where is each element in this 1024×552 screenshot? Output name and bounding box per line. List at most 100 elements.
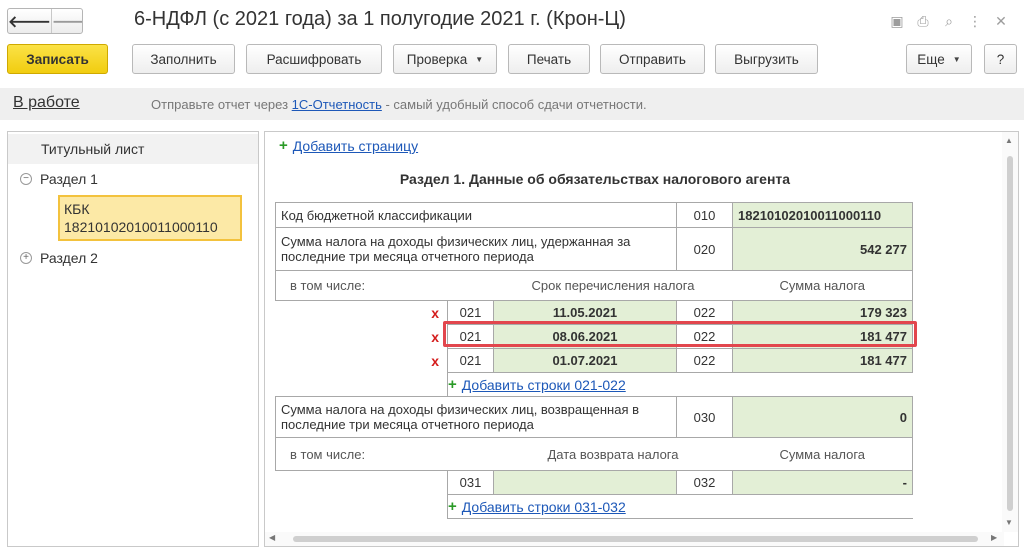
payment-date-field[interactable]: 01.07.2021 [493,348,677,373]
tree-item-title-sheet[interactable]: Титульный лист [8,134,258,164]
code-030: 030 [676,396,733,438]
code-022: 022 [676,324,733,349]
payment-date-field[interactable]: 08.06.2021 [493,324,677,349]
add-page[interactable]: + Добавить страницу [279,137,418,154]
scroll-left-icon[interactable]: ◀ [269,533,275,542]
tax-amount-field[interactable]: 181 477 [732,348,913,373]
nav-buttons: 🡐 🡒 [7,8,83,34]
scroll-right-icon[interactable]: ▶ [991,533,997,542]
kbk-row-label: Код бюджетной классификации [275,202,677,228]
close-icon[interactable]: ✕ [988,10,1014,32]
scrollbar-thumb[interactable] [293,536,978,542]
table-row: x 021 08.06.2021 022 181 477 [275,324,913,349]
vertical-scrollbar[interactable]: ▲ ▼ [1002,132,1018,532]
table-row: + Добавить строки 021-022 [276,372,913,397]
code-031: 031 [447,470,494,495]
forward-arrow-icon[interactable]: 🡒 [52,9,82,33]
code-032: 032 [676,470,733,495]
kbk-label: КБК [64,201,90,217]
return-date-header: Дата возврата налога [493,437,733,471]
save-icon[interactable]: ▣ [884,10,910,32]
more-button[interactable]: Еще ▼ [906,44,972,74]
form-panel: + Добавить страницу Раздел 1. Данные об … [264,131,1019,547]
withheld-amount-field[interactable]: 542 277 [732,227,913,271]
info-bar: В работе Отправьте отчет через 1С-Отчетн… [0,88,1024,120]
section-heading: Раздел 1. Данные об обязательствах налог… [399,171,791,187]
returned-label: Сумма налога на доходы физических лиц, в… [275,396,677,438]
payment-date-header: Срок перечисления налога [493,270,733,301]
code-021: 021 [447,324,494,349]
table-row: 031 032 - [276,470,913,495]
plus-icon: + [448,498,457,515]
tax-amount-field[interactable]: 181 477 [732,324,913,349]
check-button-label: Проверка [406,51,468,67]
menu-icon[interactable]: ⋮ [962,10,988,32]
decode-button[interactable]: Расшифровать [246,44,382,74]
code-010: 010 [676,202,733,228]
check-button[interactable]: Проверка ▼ [393,44,497,74]
table-row: x 021 01.07.2021 022 181 477 [275,348,913,373]
tree-item-label: Раздел 1 [40,171,98,187]
table-row: Сумма налога на доходы физических лиц, в… [275,396,913,438]
tree-item-kbk[interactable]: КБК 18210102010011000110 [58,195,242,241]
code-020: 020 [676,227,733,271]
plus-icon: + [279,137,288,154]
print-button[interactable]: Печать [508,44,590,74]
table-row: в том числе: Срок перечисления налога Су… [275,270,913,301]
preview-icon[interactable]: ⌕ [936,10,962,32]
scroll-down-icon[interactable]: ▼ [1005,518,1013,527]
horizontal-scrollbar[interactable]: ◀ ▶ [265,532,1004,546]
tax-amount-field[interactable]: 179 323 [732,300,913,325]
tax-amount-header: Сумма налога [732,437,913,471]
payment-date-field[interactable]: 11.05.2021 [493,300,677,325]
status-link[interactable]: В работе [13,94,80,112]
sub-header-label: в том числе: [275,270,494,301]
code-021: 021 [447,300,494,325]
return-date-field[interactable] [493,470,677,495]
tax-amount-header: Сумма налога [732,270,913,301]
help-button[interactable]: ? [984,44,1017,74]
more-button-label: Еще [917,51,945,67]
tree-item-label: Раздел 2 [40,250,98,266]
delete-row-icon[interactable]: x [275,324,448,349]
sub-header-label: в том числе: [275,437,494,471]
fill-button[interactable]: Заполнить [132,44,235,74]
plus-icon: + [448,376,457,393]
delete-row-icon[interactable]: x [275,300,448,325]
chevron-down-icon: ▼ [952,54,961,64]
add-page-link[interactable]: Добавить страницу [293,138,418,154]
chevron-down-icon: ▼ [475,54,484,64]
table-row: Код бюджетной классификации 010 18210102… [275,202,913,228]
returned-amount-field[interactable]: 0 [732,396,913,438]
tree-item-section-1[interactable]: − Раздел 1 [8,164,258,194]
send-button[interactable]: Отправить [600,44,705,74]
reporting-link[interactable]: 1С-Отчетность [292,97,382,112]
export-button[interactable]: Выгрузить [715,44,818,74]
info-text-before: Отправьте отчет через [151,97,292,112]
info-text-after: - самый удобный способ сдачи отчетности. [381,97,647,112]
scrollbar-thumb[interactable] [1007,156,1013,511]
code-022: 022 [676,348,733,373]
toolbar: Записать Заполнить Расшифровать Проверка… [0,44,1024,76]
delete-row-icon[interactable]: x [275,348,448,373]
section-1-table: Код бюджетной классификации 010 18210102… [275,202,913,519]
info-text: Отправьте отчет через 1С-Отчетность - са… [151,97,647,112]
add-rows-021-link[interactable]: Добавить строки 021-022 [462,377,626,393]
add-rows-031-link[interactable]: Добавить строки 031-032 [462,499,626,515]
collapse-icon[interactable]: − [20,173,32,185]
scroll-up-icon[interactable]: ▲ [1005,136,1013,145]
return-amount-field[interactable]: - [732,470,913,495]
title-bar: 🡐 🡒 6-НДФЛ (с 2021 года) за 1 полугодие … [0,0,1024,40]
table-row: + Добавить строки 031-032 [276,494,913,519]
window-icons: ▣ ⎙ ⌕ ⋮ ✕ [884,10,1014,32]
table-row: x 021 11.05.2021 022 179 323 [275,300,913,325]
withheld-label: Сумма налога на доходы физических лиц, у… [275,227,677,271]
section-tree: Титульный лист − Раздел 1 КБК 1821010201… [7,131,259,547]
save-button[interactable]: Записать [7,44,108,74]
print-icon[interactable]: ⎙ [910,10,936,32]
tree-item-section-2[interactable]: + Раздел 2 [8,243,258,273]
expand-icon[interactable]: + [20,252,32,264]
kbk-field[interactable]: 18210102010011000110 [732,202,913,228]
table-row: в том числе: Дата возврата налога Сумма … [275,437,913,471]
back-arrow-icon[interactable]: 🡐 [8,9,52,33]
